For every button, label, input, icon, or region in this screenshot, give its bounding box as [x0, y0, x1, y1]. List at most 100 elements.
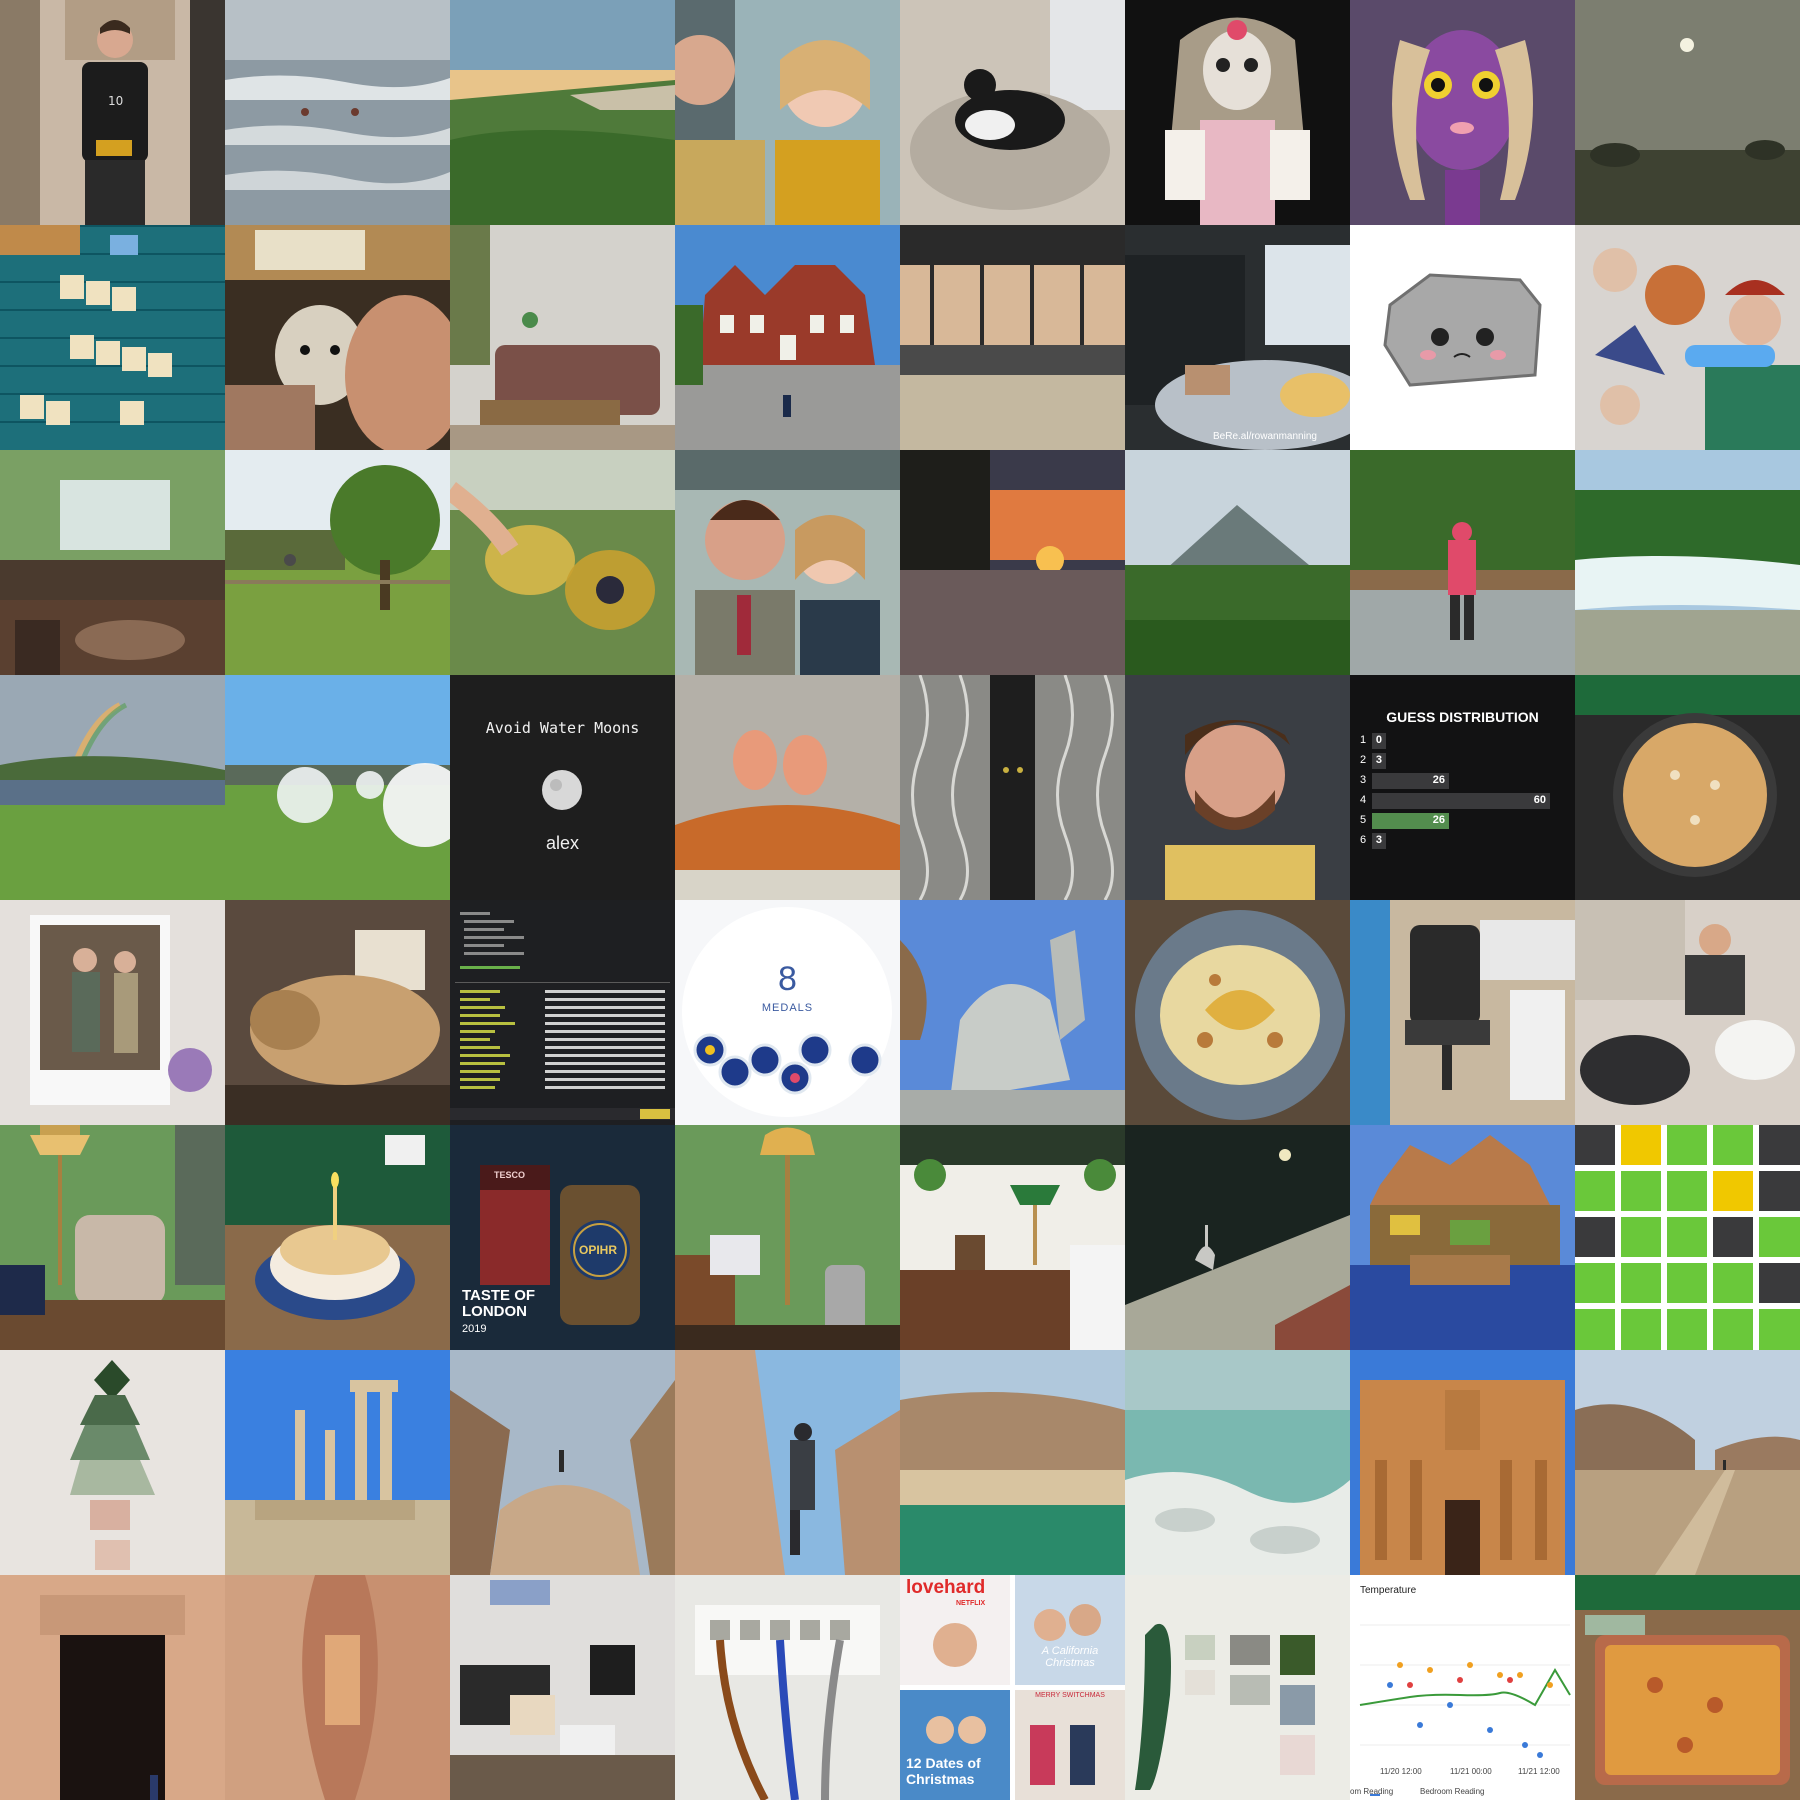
tile-living-room-sofa[interactable] — [450, 225, 675, 450]
tile-paint-swatch-tree[interactable] — [0, 1350, 225, 1575]
tile-train-station[interactable] — [900, 225, 1125, 450]
tile-scrabble-board[interactable] — [0, 225, 225, 450]
tile-man-t-shirt[interactable]: 10 — [0, 0, 225, 225]
tile-salt-sea-shore[interactable] — [1125, 1350, 1350, 1575]
card-user: alex — [545, 833, 580, 853]
electrical-wiring-photo — [675, 1575, 900, 1800]
living-room-photo — [450, 225, 675, 450]
tile-guess-distribution[interactable]: GUESS DISTRIBUTION 1 0 2 3 3 26 4 60 5 26 6 3 — [1350, 675, 1575, 900]
tile-beach-sunset[interactable] — [900, 450, 1125, 675]
tile-coastal-sunset[interactable] — [450, 0, 675, 225]
guess-row-label: 2 — [1360, 754, 1367, 766]
tile-purple-creature-illustration[interactable] — [1350, 0, 1575, 225]
rock-cartoon-illustration — [1350, 225, 1575, 450]
minecraft-build-screenshot — [1350, 1125, 1575, 1350]
tile-birthday-cake[interactable] — [225, 1125, 450, 1350]
tile-beer-glasses[interactable] — [450, 450, 675, 675]
brick-manor-photo — [675, 225, 900, 450]
guess-bar-value: 0 — [1375, 734, 1382, 746]
tile-heron-canal[interactable] — [1125, 1125, 1350, 1350]
guess-bar: 60 — [1372, 793, 1550, 809]
tile-bubble-football[interactable] — [225, 675, 450, 900]
tile-party-photobooth[interactable] — [1575, 225, 1800, 450]
river-rapids-photo — [1575, 450, 1800, 675]
taste-of-london-line1: TASTE OF — [462, 1287, 536, 1304]
wordle-grid — [1575, 1125, 1800, 1350]
bearded-man-photo — [1125, 675, 1350, 900]
sea-waves-photo — [225, 0, 450, 225]
tile-rainbow-loch[interactable] — [0, 675, 225, 900]
office-chair-photo — [1350, 900, 1575, 1125]
tile-avoid-water-moons[interactable]: Avoid Water Moons alex — [450, 675, 675, 900]
rainbow-loch-photo — [0, 675, 225, 900]
guess-row-label: 1 — [1360, 734, 1367, 746]
tile-wedding-selfie[interactable] — [675, 450, 900, 675]
tile-temperature-chart[interactable]: Temperature 11/20 12:00 11/21 00:00 11/2… — [1350, 1575, 1575, 1800]
beer-glasses-photo — [450, 450, 675, 675]
tile-office-boxes[interactable] — [450, 1575, 675, 1800]
tile-desert-lake[interactable] — [900, 1350, 1125, 1575]
man-t-shirt-photo: 10 — [0, 0, 225, 225]
tile-horse-fountain-statue[interactable] — [900, 900, 1125, 1125]
guess-bar-value: 3 — [1375, 754, 1382, 766]
card-title: Avoid Water Moons — [485, 719, 640, 737]
poster-12-dates-title: 12 Dates of Christmas — [906, 1755, 981, 1787]
tile-wordle-grid[interactable] — [1575, 1125, 1800, 1350]
tile-woman-on-bridge[interactable] — [1350, 450, 1575, 675]
tile-cat-curtains[interactable] — [900, 675, 1125, 900]
tile-man-with-cats[interactable] — [1575, 900, 1800, 1125]
tile-sea-waves-swimmers[interactable] — [225, 0, 450, 225]
tile-petra-monastery[interactable] — [1350, 1350, 1575, 1575]
tile-rock-cartoon[interactable] — [1350, 225, 1575, 450]
bereal-caption: BeRe.al/rowanmanning — [1213, 431, 1317, 442]
tile-misty-field[interactable] — [1575, 0, 1800, 225]
tile-office-chair[interactable] — [1350, 900, 1575, 1125]
heron-canal-photo — [1125, 1125, 1350, 1350]
dog-under-table-photo — [225, 225, 450, 450]
tile-medals[interactable]: 8 MEDALS — [675, 900, 900, 1125]
tile-siq-canyon[interactable] — [225, 1575, 450, 1800]
tile-person-on-rock[interactable] — [450, 1350, 675, 1575]
tile-tomb-doorway[interactable] — [0, 1575, 225, 1800]
tile-armchair-lamp[interactable] — [0, 1125, 225, 1350]
svg-text:10: 10 — [108, 94, 123, 108]
tile-pie-on-stove[interactable] — [1575, 675, 1800, 900]
guess-row-1: 10 — [1360, 733, 1565, 749]
tile-bearded-man-portrait[interactable] — [1125, 675, 1350, 900]
tile-wedding-photo-frame[interactable] — [0, 900, 225, 1125]
tile-tiffany-lamp-room[interactable] — [675, 1125, 900, 1350]
tile-roman-columns[interactable] — [225, 1350, 450, 1575]
tile-minecraft-build[interactable] — [1350, 1125, 1575, 1350]
cat-curtains-photo — [900, 675, 1125, 900]
tile-test-coverage-terminal[interactable] — [450, 900, 675, 1125]
tile-electrical-wiring[interactable] — [675, 1575, 900, 1800]
hiker-canyon-photo — [675, 1350, 900, 1575]
tile-field-with-tree[interactable] — [225, 450, 450, 675]
tile-christmas-movie-posters[interactable]: lovehard NETFLIX A California Christmas … — [900, 1575, 1125, 1800]
tile-lasagne-dish[interactable] — [1575, 1575, 1800, 1800]
woman-on-bridge-photo — [1350, 450, 1575, 675]
tile-desert-path[interactable] — [1575, 1350, 1800, 1575]
ravioli-plate-photo — [1125, 900, 1350, 1125]
taste-of-london-line2: LONDON — [462, 1303, 527, 1320]
tile-taste-of-london[interactable]: TASTE OF LONDON 2019 TESCO OPIHR — [450, 1125, 675, 1350]
tile-bedroom-bereal[interactable]: BeRe.al/rowanmanning — [1125, 225, 1350, 450]
tile-cat-on-cushion[interactable] — [900, 0, 1125, 225]
feet-shoes-photo — [675, 675, 900, 900]
tile-desk-green-lamp[interactable] — [900, 1125, 1125, 1350]
tile-feet-shoes[interactable] — [675, 675, 900, 900]
opihr-bottle-label: OPIHR — [579, 1243, 618, 1257]
tile-ravioli-plate[interactable] — [1125, 900, 1350, 1125]
tile-green-living-room[interactable] — [0, 450, 225, 675]
armchair-lamp-photo — [0, 1125, 225, 1350]
tile-sleeping-dog[interactable] — [225, 900, 450, 1125]
bedroom-photo — [1125, 225, 1350, 450]
tile-dog-under-table[interactable] — [225, 225, 450, 450]
tile-volcano-landscape[interactable] — [1125, 450, 1350, 675]
tile-couple-selfie[interactable] — [675, 0, 900, 225]
tile-river-rapids[interactable] — [1575, 450, 1800, 675]
tile-porcelain-doll[interactable] — [1125, 0, 1350, 225]
tile-hiker-canyon[interactable] — [675, 1350, 900, 1575]
tile-red-brick-manor[interactable] — [675, 225, 900, 450]
tile-paint-swatches-wall[interactable] — [1125, 1575, 1350, 1800]
